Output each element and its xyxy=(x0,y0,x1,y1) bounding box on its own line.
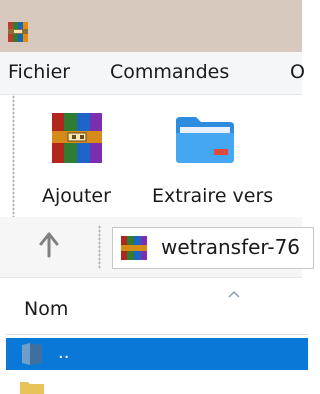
title-bar xyxy=(0,0,302,52)
folder-icon xyxy=(20,382,44,394)
address-bar: wetransfer-76 xyxy=(0,217,314,278)
sort-ascending-icon xyxy=(228,290,240,298)
toolbar-grip[interactable] xyxy=(12,95,15,217)
file-list: Nom .. xyxy=(0,278,308,394)
add-label: Ajouter xyxy=(42,185,111,207)
winrar-books-icon xyxy=(52,113,102,163)
folder-up-icon xyxy=(22,343,42,365)
menu-bar: Fichier Commandes O xyxy=(0,52,305,95)
winrar-app-icon[interactable] xyxy=(8,22,28,42)
column-name-label: Nom xyxy=(24,298,69,320)
menu-options[interactable]: O xyxy=(290,60,305,84)
menu-commands[interactable]: Commandes xyxy=(110,60,229,84)
address-text: wetransfer-76 xyxy=(161,235,301,259)
list-row-label: .. xyxy=(58,342,70,363)
address-grip[interactable] xyxy=(98,225,101,269)
extract-label: Extraire vers xyxy=(152,185,274,207)
add-button[interactable]: Ajouter xyxy=(36,95,136,217)
menu-file[interactable]: Fichier xyxy=(8,60,70,84)
extract-button[interactable]: Extraire vers xyxy=(150,95,302,217)
address-field[interactable]: wetransfer-76 xyxy=(112,227,314,269)
toolbar: Ajouter Extraire vers xyxy=(0,95,302,217)
up-arrow-icon[interactable] xyxy=(38,231,60,259)
archive-icon xyxy=(121,236,147,260)
list-row-parent[interactable]: .. xyxy=(6,338,308,370)
column-header-name[interactable]: Nom xyxy=(6,284,308,335)
list-row-partial[interactable] xyxy=(6,374,308,394)
folder-extract-icon xyxy=(176,117,234,163)
